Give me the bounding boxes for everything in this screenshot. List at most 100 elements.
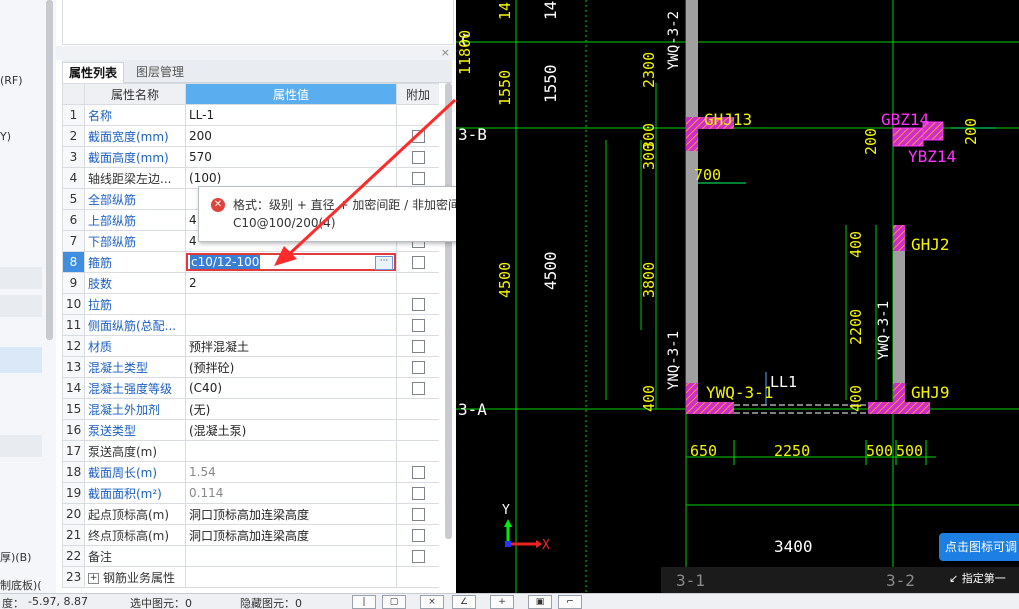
extra-checkbox[interactable] — [411, 130, 425, 143]
property-value[interactable] — [185, 314, 397, 336]
dim-1550-white: 1550 — [541, 64, 560, 103]
property-value[interactable]: (C40) — [185, 377, 397, 399]
label-gbz14: GBZ14 — [881, 110, 929, 129]
snap-tool-4[interactable]: ∠ — [452, 595, 476, 609]
extra-cell — [396, 524, 439, 546]
table-scrollbar[interactable] — [445, 83, 452, 539]
property-name: 混凝土类型 — [84, 356, 186, 378]
nav-item-y[interactable]: Y) — [0, 130, 11, 143]
left-scrollbar[interactable] — [46, 0, 53, 340]
property-value[interactable]: (无) — [185, 398, 397, 420]
extra-checkbox[interactable] — [411, 382, 425, 395]
property-value[interactable]: 2 — [185, 272, 397, 294]
property-value[interactable]: 洞口顶标高加连梁高度 — [185, 524, 397, 546]
table-row[interactable]: 15 混凝土外加剂 (无) — [62, 398, 439, 420]
snap-tool-1[interactable]: | — [352, 595, 376, 609]
table-row[interactable]: 12 材质 预拌混凝土 — [62, 335, 439, 357]
nav-item-rf[interactable]: (RF) — [0, 74, 23, 87]
property-value[interactable]: 1.54 — [185, 461, 397, 483]
extra-checkbox[interactable] — [411, 550, 425, 563]
property-name: 轴线距梁左边... — [84, 167, 186, 189]
snap-tool-3[interactable]: × — [420, 595, 444, 609]
snap-tool-6[interactable]: ▣ — [528, 595, 552, 609]
extra-checkbox[interactable] — [411, 361, 425, 374]
table-row[interactable]: 2 截面宽度(mm) 200 — [62, 125, 439, 147]
expand-icon[interactable]: + — [88, 572, 99, 584]
nav-item-thickness[interactable]: 厚)(B) — [0, 549, 31, 565]
cursor-coordinates: -5.97, 8.87 — [28, 595, 88, 608]
row-index: 14 — [62, 377, 85, 399]
table-row[interactable]: 9 肢数 2 — [62, 272, 439, 294]
extra-checkbox[interactable] — [411, 256, 425, 269]
table-row[interactable]: 3 截面高度(mm) 570 — [62, 146, 439, 168]
dim-1550: 1550 — [496, 70, 514, 106]
table-row[interactable]: 1 名称 LL-1 — [62, 104, 439, 126]
close-icon[interactable]: × — [441, 46, 450, 59]
property-value[interactable]: 预拌混凝土 — [185, 335, 397, 357]
extra-checkbox[interactable] — [411, 172, 425, 185]
table-row[interactable]: 22 备注 — [62, 545, 439, 567]
property-name-text: 起点顶标高(m) — [88, 507, 170, 522]
property-name-text: 泵送高度(m) — [88, 444, 158, 459]
property-value[interactable]: LL-1 — [185, 104, 397, 126]
row-index: 21 — [62, 524, 85, 546]
table-row[interactable]: 11 侧面纵筋(总配... — [62, 314, 439, 336]
table-row[interactable]: 20 起点顶标高(m) 洞口顶标高加连梁高度 — [62, 503, 439, 525]
stirrup-input-text[interactable]: c10/12-100 — [190, 255, 261, 269]
property-value[interactable]: 0.114 — [185, 482, 397, 504]
row-index: 5 — [62, 188, 85, 210]
extra-checkbox[interactable] — [411, 298, 425, 311]
snap-tool-2[interactable]: ▢ — [382, 595, 406, 609]
property-value[interactable] — [185, 440, 397, 462]
extra-cell — [396, 356, 439, 378]
extra-checkbox[interactable] — [411, 151, 425, 164]
stirrup-input[interactable]: c10/12-100 ··· — [186, 253, 396, 271]
axis-label-3a: 3-A — [458, 400, 487, 419]
property-name: 截面高度(mm) — [84, 146, 186, 168]
table-row[interactable]: 8 箍筋 c10/12-100 ··· — [62, 251, 439, 273]
tab-layer-management[interactable]: 图层管理 — [130, 62, 190, 82]
extra-checkbox[interactable] — [411, 466, 425, 479]
nav-item-selected[interactable] — [0, 347, 42, 373]
table-row[interactable]: 16 泵送类型 (混凝土泵) — [62, 419, 439, 441]
property-value[interactable]: 570 — [185, 146, 397, 168]
table-row[interactable]: 19 截面面积(m²) 0.114 — [62, 482, 439, 504]
tab-property-list[interactable]: 属性列表 — [62, 62, 125, 83]
table-row[interactable]: 14 混凝土强度等级 (C40) — [62, 377, 439, 399]
table-row[interactable]: 21 终点顶标高(m) 洞口顶标高加连梁高度 — [62, 524, 439, 546]
tooltip-line-2: C10@100/200(4) — [233, 216, 336, 230]
snap-tool-7[interactable]: ⌐ — [558, 595, 582, 609]
table-row[interactable]: 13 混凝土类型 (预拌砼) — [62, 356, 439, 378]
nav-block — [0, 267, 42, 289]
dim-500-b: 500 — [896, 442, 923, 460]
extra-checkbox[interactable] — [411, 529, 425, 542]
extra-cell — [396, 398, 439, 420]
property-value[interactable] — [185, 566, 397, 588]
snap-tool-5[interactable]: + — [490, 595, 514, 609]
table-row[interactable]: 10 拉筋 — [62, 293, 439, 315]
property-value[interactable] — [185, 293, 397, 315]
nav-item-bottom-slab[interactable]: 制底板)( — [0, 577, 42, 593]
property-value-editor[interactable]: c10/12-100 ··· — [185, 251, 397, 273]
table-row[interactable]: 17 泵送高度(m) — [62, 440, 439, 462]
extra-checkbox[interactable] — [411, 319, 425, 332]
extra-checkbox[interactable] — [411, 508, 425, 521]
label-ynq-3-1: YWQ-3-1 — [876, 301, 892, 360]
hint-bubble[interactable]: 点击图标可调 — [939, 533, 1019, 561]
row-index: 19 — [62, 482, 85, 504]
column-header-value: 属性值 — [185, 83, 397, 105]
extra-cell — [396, 272, 439, 294]
cad-drawing-canvas[interactable]: GHJ13 GHJ2 YWQ-3-1 GHJ9 GBZ14 YBZ14 C 3-… — [456, 0, 1019, 593]
property-value[interactable] — [185, 545, 397, 567]
table-row[interactable]: 23 + 钢筋业务属性 — [62, 566, 439, 588]
property-value[interactable]: (预拌砼) — [185, 356, 397, 378]
extra-checkbox[interactable] — [411, 340, 425, 353]
property-value[interactable]: 200 — [185, 125, 397, 147]
property-value[interactable]: 洞口顶标高加连梁高度 — [185, 503, 397, 525]
more-button[interactable]: ··· — [375, 256, 393, 270]
top-11800: 11800 — [456, 30, 474, 75]
property-value[interactable]: (混凝土泵) — [185, 419, 397, 441]
property-name: 混凝土外加剂 — [84, 398, 186, 420]
table-row[interactable]: 18 截面周长(m) 1.54 — [62, 461, 439, 483]
extra-checkbox[interactable] — [411, 487, 425, 500]
